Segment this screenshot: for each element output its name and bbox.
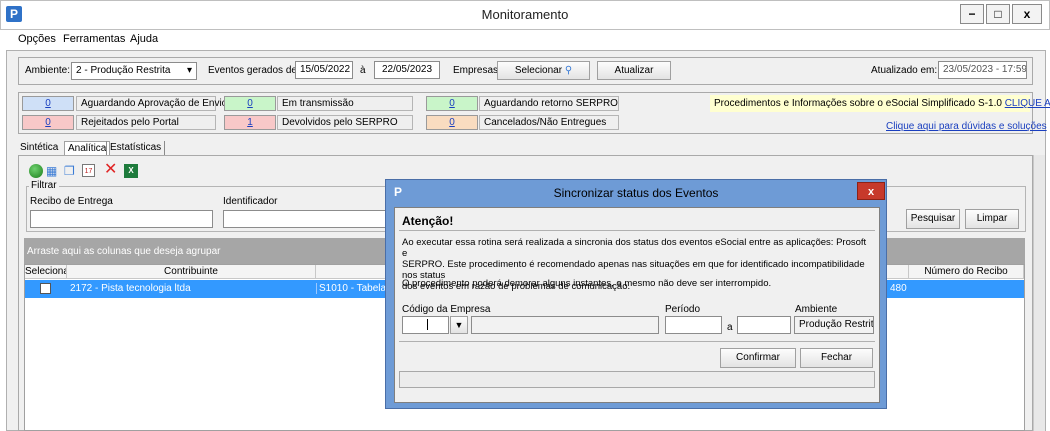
column-header-selecionar[interactable]: Selecionar [25, 265, 67, 279]
window-title: Monitoramento [481, 7, 569, 22]
clique-aqui-link[interactable]: CLIQUE AQUI [1005, 98, 1050, 109]
column-header-blank[interactable] [887, 265, 909, 279]
codigo-empresa-input[interactable] [402, 316, 449, 334]
ambiente-dialog-label: Ambiente [795, 304, 838, 315]
tree-icon[interactable]: ▦ [46, 164, 60, 178]
periodo-separator: a [727, 322, 733, 333]
info-banner: Procedimentos e Informações sobre o eSoc… [710, 95, 1050, 112]
periodo-start-input[interactable] [665, 316, 722, 334]
status-count-em-transmissao[interactable]: 0 [224, 96, 276, 111]
identificador-label: Identificador [223, 196, 278, 207]
status-count-rejeitados[interactable]: 0 [22, 115, 74, 130]
magnifier-icon: ⚲ [564, 65, 573, 76]
row-evento: S1010 - Tabela de [316, 283, 385, 294]
delete-icon[interactable]: ✕ [104, 161, 117, 179]
periodo-end-input[interactable] [737, 316, 791, 334]
dialog-status-bar [399, 371, 875, 388]
tab-sintetica[interactable]: Sintética [20, 141, 58, 155]
date-from-input[interactable]: 15/05/2022 [295, 61, 353, 79]
atualizado-label: Atualizado em: [871, 65, 938, 76]
codigo-empresa-label: Código da Empresa [402, 304, 491, 315]
dialog-divider [399, 341, 875, 342]
confirmar-button[interactable]: Confirmar [720, 348, 796, 368]
status-count-devolvidos[interactable]: 1 [224, 115, 276, 130]
menu-ajuda[interactable]: Ajuda [130, 33, 158, 45]
calendar-icon[interactable]: 17 [82, 164, 95, 177]
status-count-cancelados[interactable]: 0 [426, 115, 478, 130]
copy-icon[interactable]: ❐ [64, 164, 78, 178]
fechar-button[interactable]: Fechar [800, 348, 873, 368]
ambiente-dialog-value: Produção Restrita [794, 316, 874, 334]
eventos-label: Eventos gerados de: [208, 65, 300, 76]
globe-icon[interactable] [29, 164, 43, 178]
help-link[interactable]: Clique aqui para dúvidas e soluções [886, 121, 1047, 132]
empresas-label: Empresas: [453, 65, 501, 76]
recibo-label: Recibo de Entrega [30, 196, 113, 207]
periodo-label: Período [665, 304, 701, 315]
dialog-paragraph-line: Ao executar essa rotina será realizada a… [402, 237, 867, 259]
tab-analitica[interactable]: Analítica [64, 141, 111, 155]
menu-ferramentas[interactable]: Ferramentas [63, 33, 125, 45]
row-recibo-fragment: 480 [890, 283, 907, 294]
empresa-name-field [471, 316, 659, 334]
dialog-divider [399, 230, 875, 231]
dialog-title: Sincronizar status dos Eventos [553, 186, 719, 200]
column-header-numero-recibo[interactable]: Número do Recibo [909, 265, 1024, 279]
row-checkbox[interactable] [40, 283, 51, 294]
info-text: Procedimentos e Informações sobre o eSoc… [714, 98, 1002, 109]
tab-estatisticas[interactable]: Estatísticas [106, 141, 166, 155]
limpar-button[interactable]: Limpar [965, 209, 1019, 229]
excel-export-icon[interactable]: X [124, 164, 138, 178]
pesquisar-button[interactable]: Pesquisar [906, 209, 960, 229]
selecionar-button-label: Selecionar [514, 65, 563, 76]
codigo-empresa-dropdown[interactable]: ▼ [450, 316, 468, 334]
menu-opcoes[interactable]: Opções [18, 33, 56, 45]
dialog-close-button[interactable]: x [857, 182, 885, 200]
status-label-em-transmissao: Em transmissão [277, 96, 413, 111]
selecionar-button[interactable]: Selecionar ⚲ [497, 61, 590, 80]
identificador-input[interactable] [223, 210, 393, 228]
column-header-evento[interactable] [316, 265, 386, 279]
date-to-input[interactable]: 22/05/2023 [374, 61, 440, 79]
date-separator: à [360, 65, 366, 76]
ambiente-select[interactable]: 2 - Produção Restrita ▾ [71, 62, 197, 80]
ambiente-label: Ambiente: [25, 65, 71, 76]
chevron-down-icon: ▼ [454, 320, 464, 330]
close-button[interactable]: x [1012, 4, 1042, 24]
atualizado-value: 23/05/2023 - 17:59 [938, 61, 1027, 79]
status-label-rejeitados: Rejeitados pelo Portal [76, 115, 216, 130]
dialog-heading: Atenção! [402, 214, 454, 228]
column-header-contribuinte[interactable]: Contribuinte [67, 265, 316, 279]
status-label-aguardando-aprovacao: Aguardando Aprovação de Envio [76, 96, 227, 111]
status-label-devolvidos: Devolvidos pelo SERPRO [277, 115, 413, 130]
group-by-hint: Arraste aqui as colunas que deseja agrup… [27, 246, 221, 257]
status-label-aguardando-retorno: Aguardando retorno SERPRO [479, 96, 619, 111]
recibo-input[interactable] [30, 210, 213, 228]
row-contribuinte: 2172 - Pista tecnologia ltda [70, 283, 191, 294]
atualizar-button[interactable]: Atualizar [597, 61, 671, 80]
maximize-button[interactable]: □ [986, 4, 1010, 24]
status-count-aguardando-aprovacao[interactable]: 0 [22, 96, 74, 111]
vertical-scrollbar[interactable] [1033, 155, 1045, 431]
status-count-aguardando-retorno[interactable]: 0 [426, 96, 478, 111]
status-label-cancelados: Cancelados/Não Entregues [479, 115, 619, 130]
chevron-down-icon: ▾ [186, 65, 192, 76]
dialog-paragraph-2: O procedimento poderá demorar alguns ins… [402, 278, 772, 289]
filter-title: Filtrar [29, 180, 59, 191]
ambiente-select-value: 2 - Produção Restrita [76, 65, 171, 76]
minimize-button[interactable]: − [960, 4, 984, 24]
